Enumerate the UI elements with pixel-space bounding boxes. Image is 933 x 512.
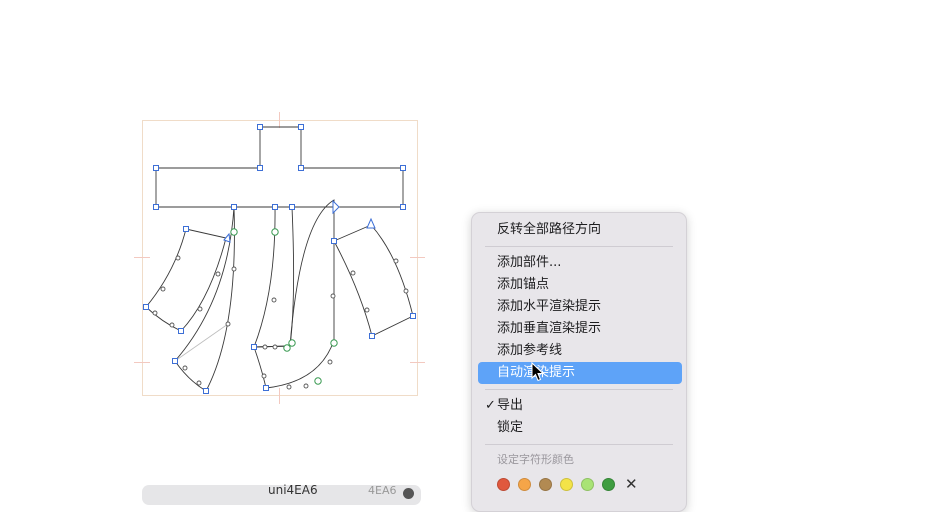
on-curve-points[interactable] <box>143 124 416 394</box>
menu-item-label: 添加锚点 <box>497 277 550 292</box>
menu-item-add-horizontal-hint[interactable]: 添加水平渲染提示 <box>478 296 682 318</box>
menu-item-label: 锁定 <box>497 420 524 435</box>
menu-item-add-anchor[interactable]: 添加锚点 <box>478 274 682 296</box>
menu-separator <box>485 246 673 247</box>
menu-item-label: 添加参考线 <box>497 343 563 358</box>
menu-item-autohint[interactable]: 自动渲染提示 <box>478 362 682 384</box>
x-icon[interactable]: ✕ <box>625 476 638 492</box>
outline-top-cross <box>155 126 404 208</box>
mouse-pointer-icon <box>531 362 545 382</box>
outline-center-stroke <box>253 206 295 348</box>
color-swatch-yellow[interactable] <box>560 478 573 491</box>
menu-item-label: 添加水平渲染提示 <box>497 299 602 314</box>
checkmark-icon: ✓ <box>485 398 496 413</box>
glyph-canvas[interactable] <box>0 0 933 494</box>
off-curve-handles[interactable] <box>152 255 409 390</box>
outline-center-left-stroke <box>174 206 235 392</box>
outline-hook-stroke <box>253 199 335 389</box>
color-section-header: 设定字符形颜色 <box>497 453 574 466</box>
outline-left-stroke <box>145 228 227 332</box>
menu-item-add-vertical-hint[interactable]: 添加垂直渲染提示 <box>478 318 682 340</box>
context-menu[interactable]: 反转全部路径方向 添加部件... 添加锚点 添加水平渲染提示 添加垂直渲染提示 … <box>471 212 687 512</box>
menu-item-label: 导出 <box>497 398 524 413</box>
glyph-bounding-box <box>142 120 418 396</box>
menu-item-label: 反转全部路径方向 <box>497 222 602 237</box>
color-swatch-orange[interactable] <box>518 478 531 491</box>
menu-item-reverse-all-contours[interactable]: 反转全部路径方向 <box>478 219 682 241</box>
menu-item-lock[interactable]: 锁定 <box>478 417 682 439</box>
unicode-label: 4EA6 <box>368 484 397 497</box>
glyph-outlines[interactable] <box>145 126 414 392</box>
color-swatch-red[interactable] <box>497 478 510 491</box>
menu-item-label: 添加部件... <box>497 255 562 270</box>
menu-separator <box>485 389 673 390</box>
menu-separator <box>485 444 673 445</box>
color-swatch-brown[interactable] <box>539 478 552 491</box>
menu-item-add-component[interactable]: 添加部件... <box>478 252 682 274</box>
outline-right-stroke <box>333 224 414 337</box>
color-swatch-green[interactable] <box>602 478 615 491</box>
glyph-name-label: uni4EA6 <box>268 483 318 497</box>
menu-item-label: 添加垂直渲染提示 <box>497 321 602 336</box>
glyph-info-panel[interactable]: uni4EA6 4EA6 <box>142 483 421 505</box>
menu-item-add-guide[interactable]: 添加参考线 <box>478 340 682 362</box>
color-swatch-light-green[interactable] <box>581 478 594 491</box>
smooth-points[interactable] <box>230 228 338 385</box>
control-handle-lines <box>174 231 293 362</box>
menu-item-export[interactable]: ✓ 导出 <box>478 395 682 417</box>
